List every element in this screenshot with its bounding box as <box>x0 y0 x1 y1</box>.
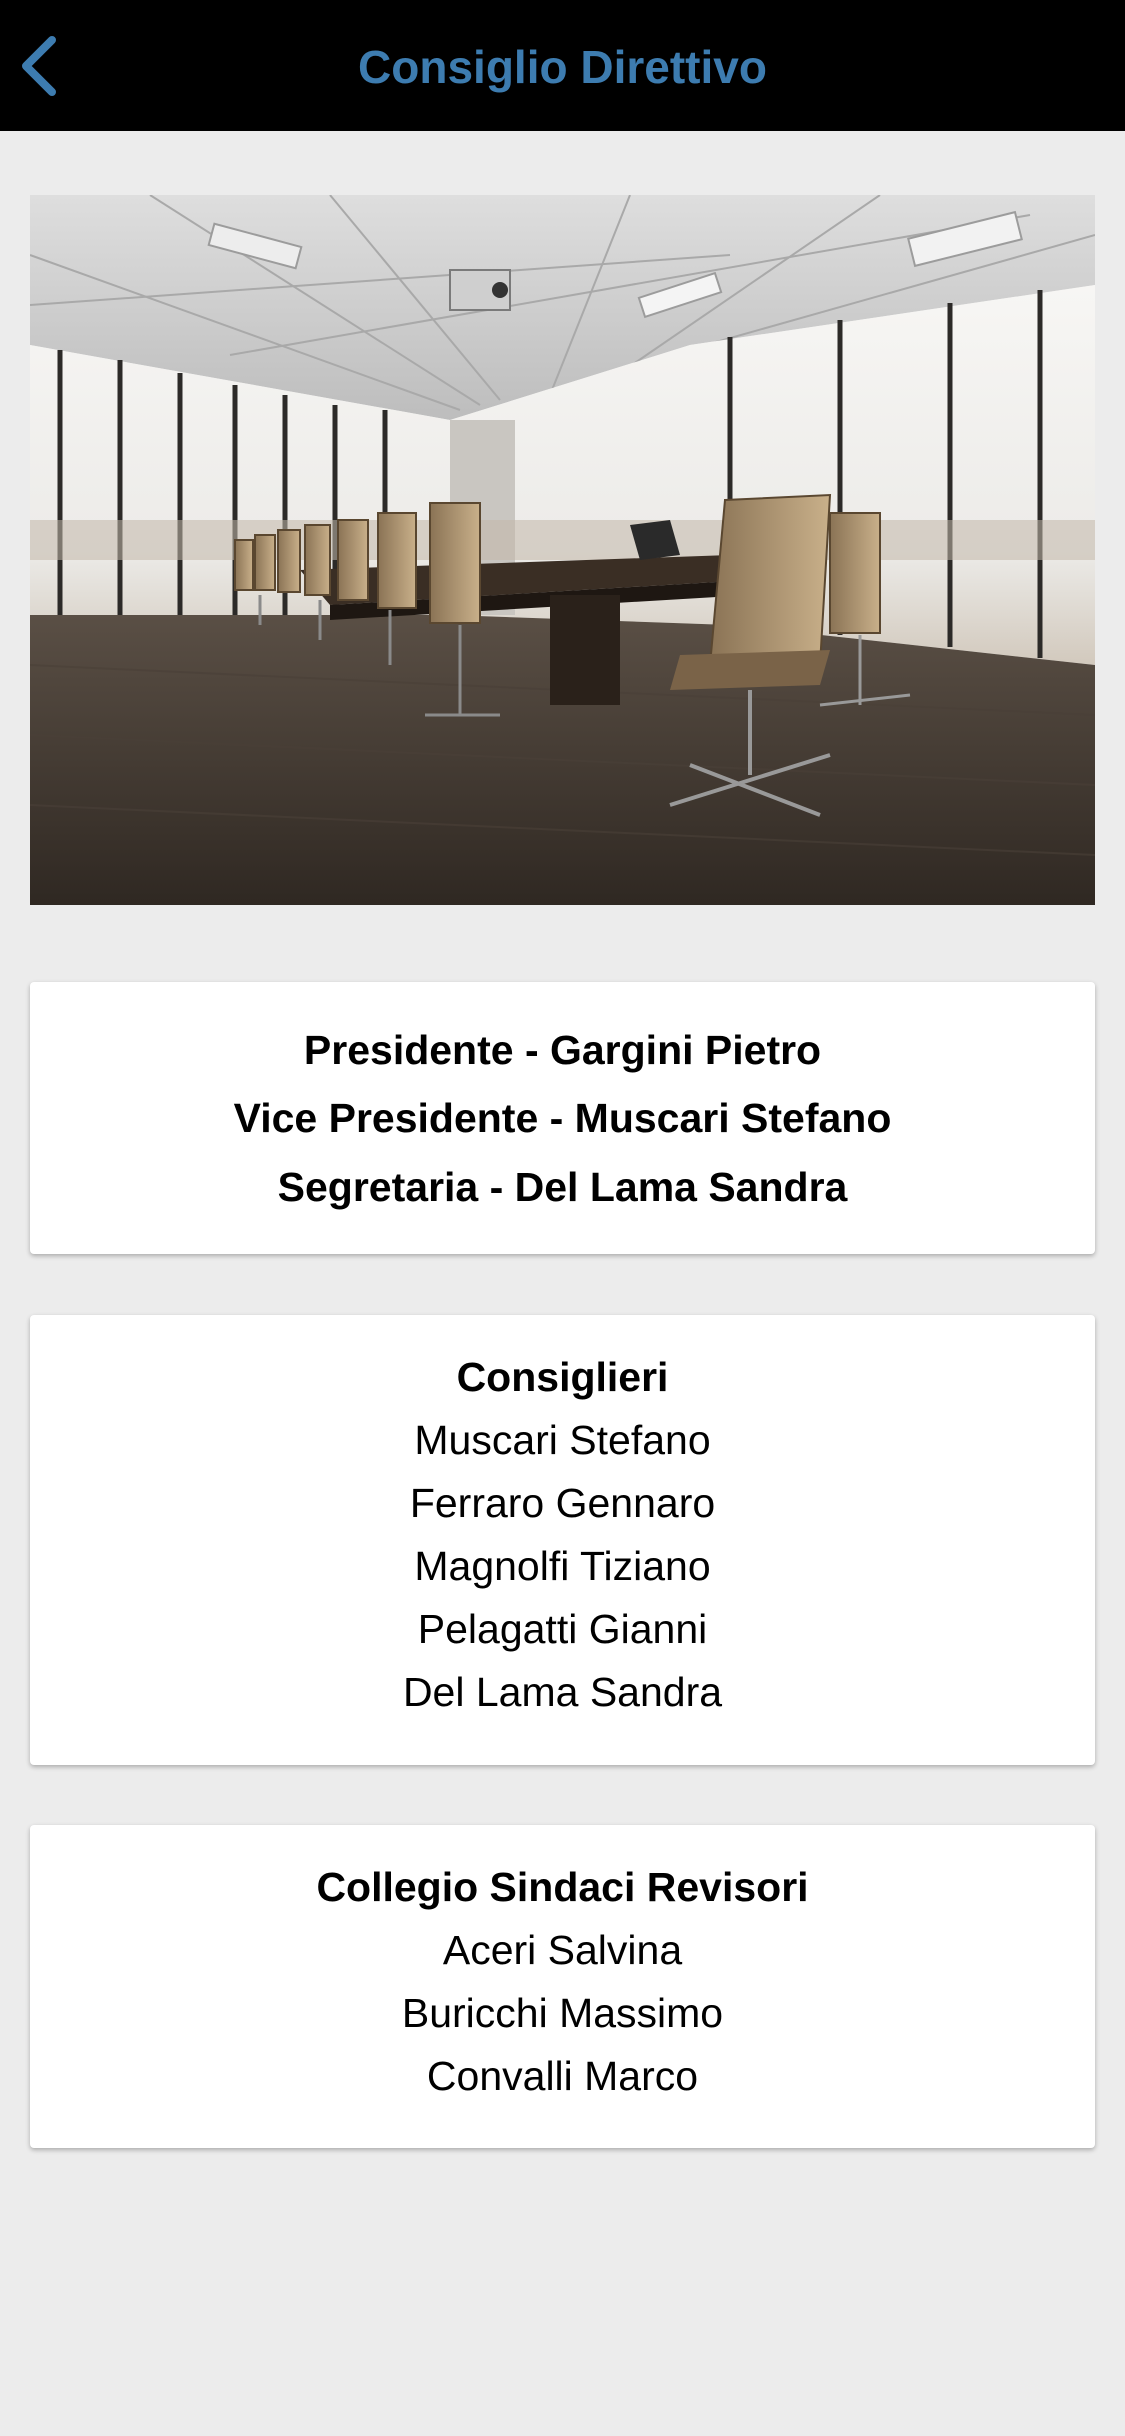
list-item: Ferraro Gennaro <box>409 1480 716 1526</box>
list-item: Del Lama Sandra <box>402 1669 723 1715</box>
nav-bar: Consiglio Direttivo <box>0 0 1125 131</box>
list-item: Convalli Marco <box>426 2053 699 2099</box>
officer-president: Presidente - Gargini Pietro <box>303 1027 822 1073</box>
conference-room-photo <box>30 195 1095 905</box>
back-button[interactable] <box>14 30 74 102</box>
officers-card: Presidente - Gargini Pietro Vice Preside… <box>30 982 1095 1254</box>
officer-secretary: Segretaria - Del Lama Sandra <box>277 1164 848 1210</box>
list-item: Pelagatti Gianni <box>417 1606 708 1652</box>
sindaci-heading: Collegio Sindaci Revisori <box>316 1864 809 1910</box>
list-item: Buricchi Massimo <box>401 1990 724 2036</box>
list-item: Aceri Salvina <box>442 1927 683 1973</box>
consiglieri-heading: Consiglieri <box>456 1354 669 1400</box>
consiglieri-card: Consiglieri Muscari Stefano Ferraro Genn… <box>30 1315 1095 1765</box>
hero-image <box>30 195 1095 905</box>
page-title: Consiglio Direttivo <box>358 41 767 93</box>
list-item: Muscari Stefano <box>414 1417 711 1463</box>
sindaci-card: Collegio Sindaci Revisori Aceri Salvina … <box>30 1825 1095 2148</box>
officer-vice-president: Vice Presidente - Muscari Stefano <box>233 1095 892 1141</box>
list-item: Magnolfi Tiziano <box>414 1543 711 1589</box>
chevron-left-icon <box>22 36 56 96</box>
